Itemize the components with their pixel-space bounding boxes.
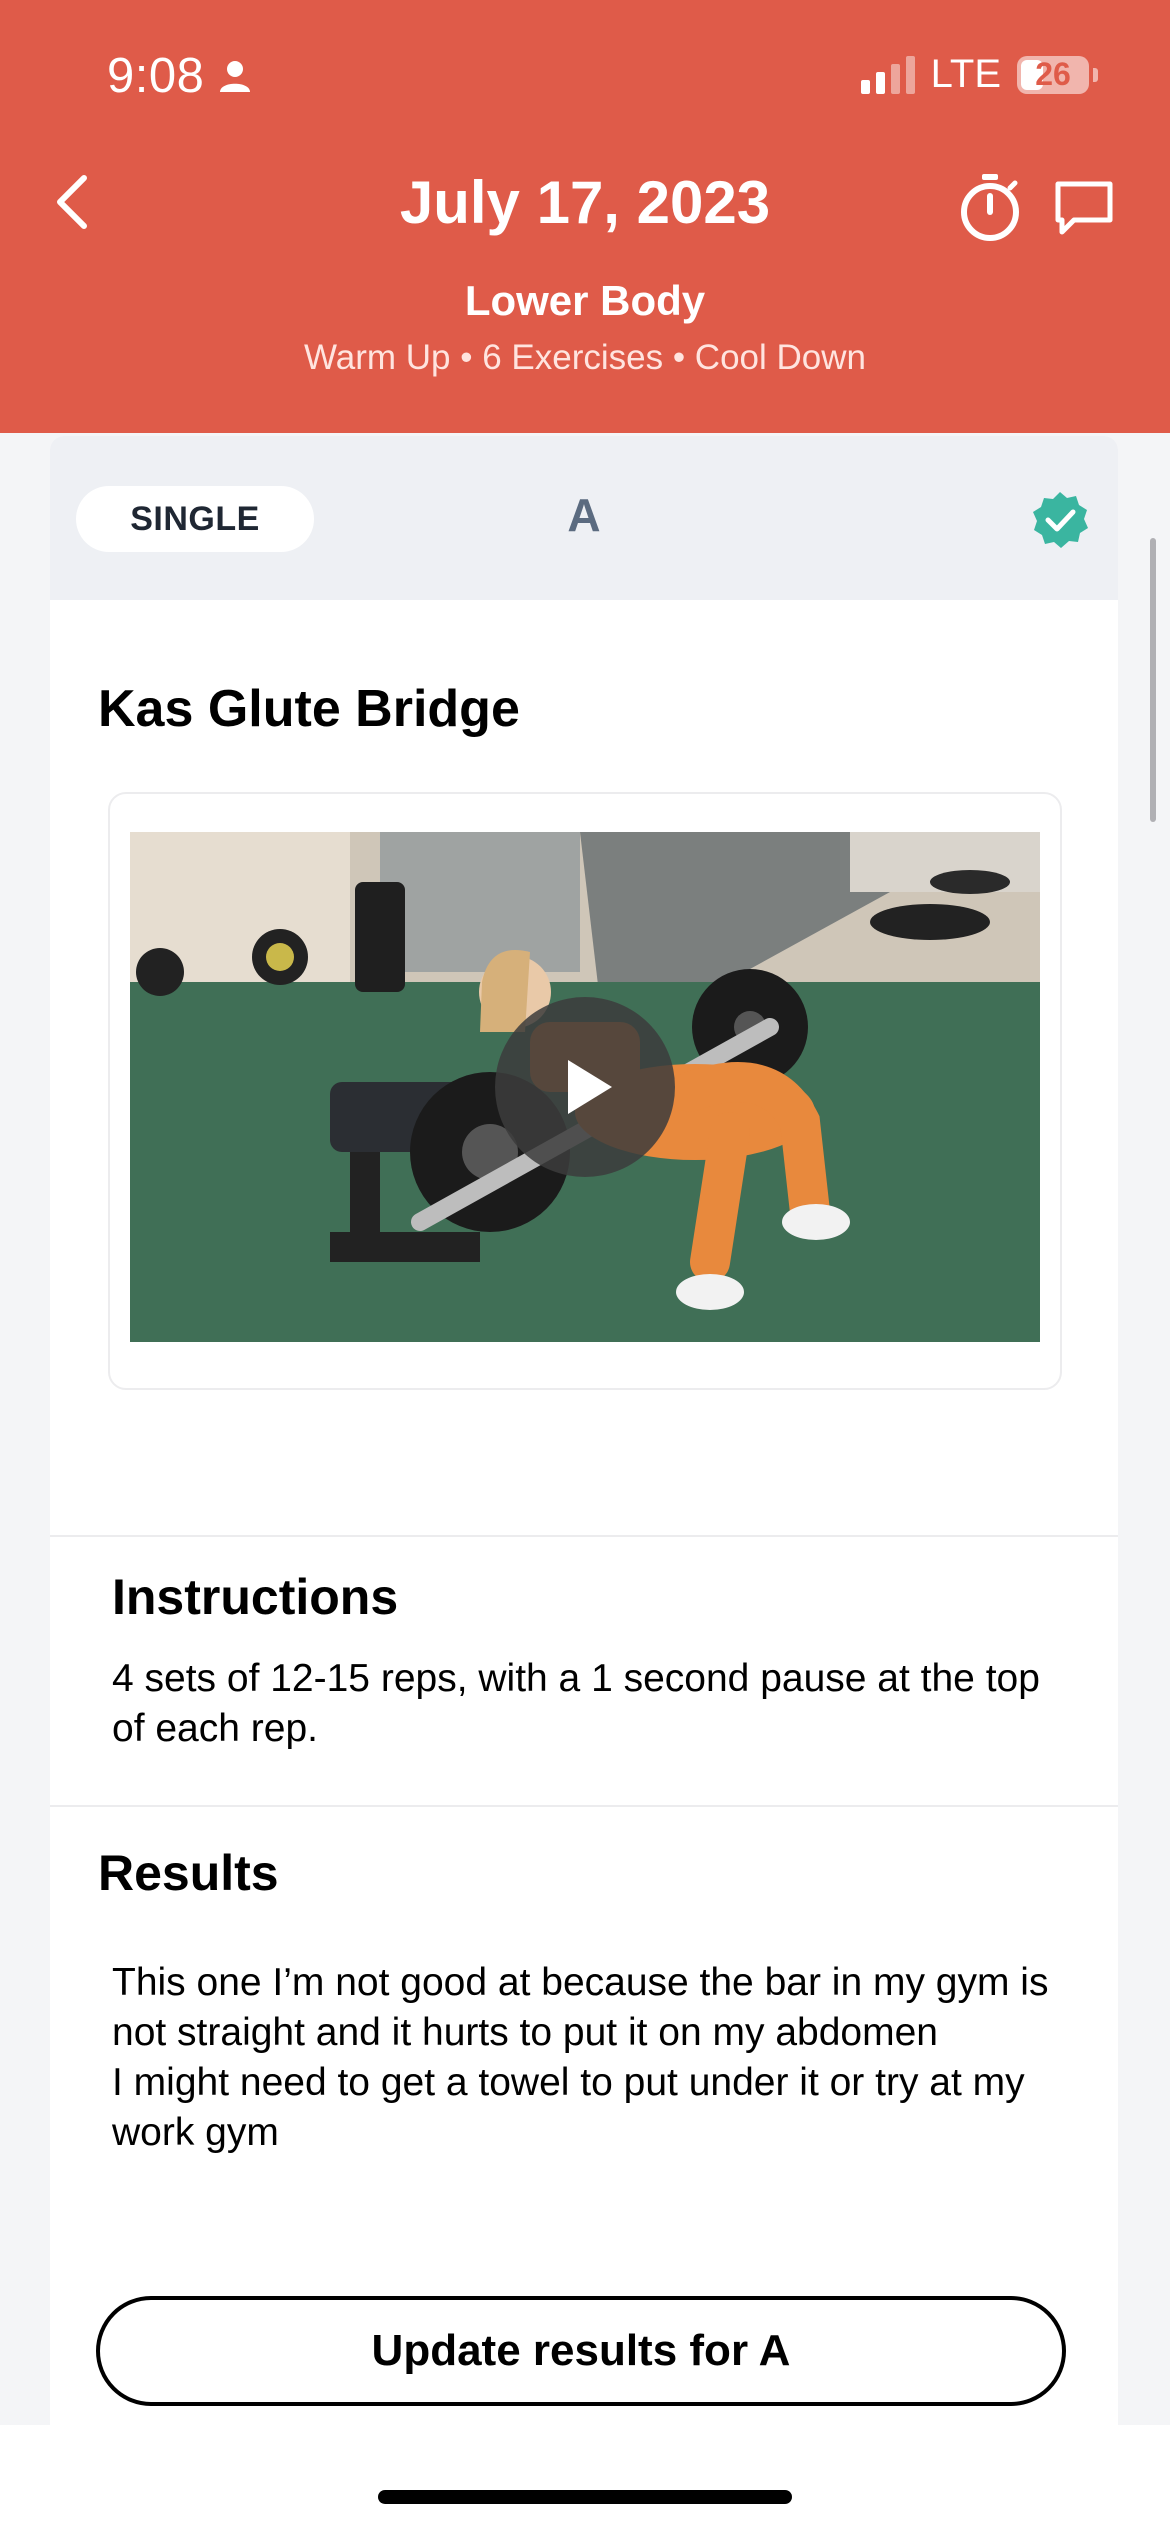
status-indicators: LTE 26 — [860, 52, 1098, 97]
exercise-name: Kas Glute Bridge — [98, 680, 520, 738]
person-icon — [220, 61, 251, 92]
instructions-heading: Instructions — [112, 1569, 399, 1625]
workout-meta: Warm Up • 6 Exercises • Cool Down — [304, 338, 866, 377]
section-divider — [50, 1805, 1118, 1807]
section-divider — [50, 1535, 1118, 1537]
chat-icon[interactable] — [1052, 176, 1116, 240]
play-icon — [568, 1060, 612, 1114]
battery-icon: 26 — [1017, 55, 1089, 94]
network-type: LTE — [930, 52, 1001, 96]
bottom-safe-area — [0, 2425, 1170, 2532]
update-results-button[interactable]: Update results for A — [96, 2296, 1066, 2406]
stopwatch-icon[interactable] — [958, 172, 1022, 242]
results-text: This one I’m not good at because the bar… — [112, 1961, 1049, 2154]
status-time: 9:08 — [107, 48, 252, 104]
results-heading: Results — [98, 1845, 279, 1901]
exercise-video[interactable] — [130, 832, 1040, 1342]
scrollbar[interactable] — [1150, 538, 1156, 822]
signal-icon — [860, 55, 915, 94]
workout-name: Lower Body — [464, 277, 706, 324]
battery-level: 26 — [1035, 56, 1071, 92]
home-indicator[interactable] — [378, 2490, 792, 2504]
exercise-letter: A — [567, 489, 601, 541]
completed-check-icon — [1033, 492, 1088, 548]
battery-tip — [1093, 67, 1098, 82]
workout-header: 9:08 LTE 26 July 17, 2023 Lower Body War… — [0, 0, 1170, 433]
instructions-text: 4 sets of 12-15 reps, with a 1 second pa… — [112, 1657, 1040, 1750]
play-button[interactable] — [495, 997, 675, 1177]
video-frame — [108, 792, 1062, 1390]
status-time-text: 9:08 — [107, 49, 205, 103]
card-header: SINGLE A — [50, 436, 1118, 600]
exercise-card: SINGLE A Kas Glute Bridge Instructions 4… — [50, 436, 1118, 2436]
